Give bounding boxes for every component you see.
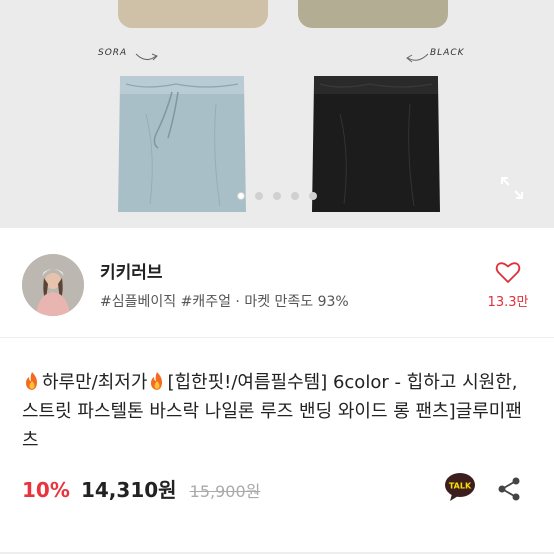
shop-avatar-image: [22, 254, 84, 316]
color-label-sora: SORA: [98, 48, 128, 58]
shop-meta: #심플베이직 #캐주얼 · 마켓 만족도 93%: [100, 291, 349, 311]
sale-price: 14,310원: [80, 478, 177, 502]
like-count: 13.3만: [487, 295, 529, 310]
beige-pants-image: [118, 0, 268, 28]
product-title-part1: 하루만/최저가: [42, 372, 148, 393]
shop-tags: #심플베이직 #캐주얼: [100, 294, 231, 310]
market-satisfaction: 마켓 만족도 93%: [244, 294, 349, 310]
carousel-dot[interactable]: [237, 192, 245, 200]
original-price: 15,900원: [189, 482, 261, 501]
product-title: 하루만/최저가 [힙한핏!/여름필수템] 6color - 힙하고 시원한, 스트…: [22, 368, 534, 455]
carousel-dot[interactable]: [309, 192, 317, 200]
olive-pants-image: [298, 0, 448, 28]
talk-chat-icon[interactable]: TALK: [444, 472, 476, 502]
product-info: 하루만/최저가 [힙한핏!/여름필수템] 6color - 힙하고 시원한, 스트…: [0, 338, 554, 554]
fullscreen-expand-icon[interactable]: [498, 174, 526, 202]
curved-arrow-icon: [135, 53, 158, 61]
carousel-indicator: [0, 192, 554, 200]
product-page: SORA BLACK 키키러브 #심플베이직 #캐주얼 · 마켓 만족도 93%…: [0, 0, 554, 554]
discount-rate: 10%: [22, 478, 70, 502]
fire-icon: [26, 372, 37, 390]
share-icon[interactable]: [497, 476, 521, 502]
fire-icon: [151, 372, 163, 390]
curved-arrow-icon: [406, 53, 429, 63]
shop-info-row[interactable]: 키키러브 #심플베이직 #캐주얼 · 마켓 만족도 93% 13.3만: [0, 228, 554, 338]
color-label-black: BLACK: [430, 48, 465, 58]
heart-icon[interactable]: [494, 258, 522, 286]
carousel-dot[interactable]: [273, 192, 281, 200]
meta-separator: ·: [235, 294, 240, 310]
shop-name[interactable]: 키키러브: [100, 258, 163, 283]
talk-badge-label: TALK: [449, 482, 472, 491]
carousel-dot[interactable]: [291, 192, 299, 200]
carousel-dot[interactable]: [255, 192, 263, 200]
product-image-gallery[interactable]: SORA BLACK: [0, 0, 554, 228]
shop-avatar[interactable]: [22, 254, 84, 316]
